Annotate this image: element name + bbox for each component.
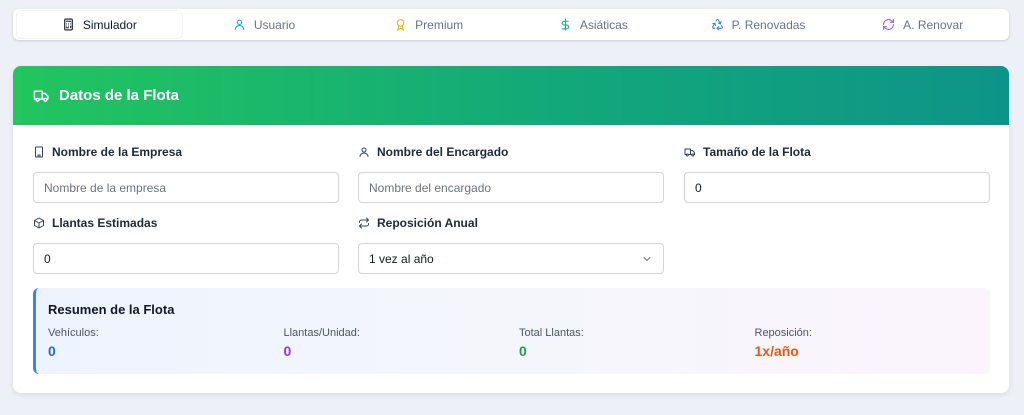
tab-simulador[interactable]: Simulador: [17, 11, 182, 38]
estimated-tires-input[interactable]: 0: [33, 243, 339, 274]
tab-p-renovadas[interactable]: P. Renovadas: [676, 11, 841, 38]
fleet-size-label-row: Tamaño de la Flota: [684, 145, 990, 159]
fleet-size-label: Tamaño de la Flota: [703, 145, 811, 159]
select-value: 1 vez al año: [369, 251, 434, 266]
estimated-tires-field: Llantas Estimadas 0: [33, 216, 339, 274]
stat-value: 0: [283, 343, 292, 359]
stat-label: Llantas/Unidad:: [283, 327, 360, 339]
annual-replacement-select[interactable]: 1 vez al año: [358, 243, 664, 274]
tab-premium[interactable]: Premium: [346, 11, 511, 38]
manager-name-input[interactable]: Nombre del encargado: [358, 172, 664, 203]
truck-icon: [33, 90, 49, 102]
calculator-icon: [63, 18, 73, 31]
company-name-field: Nombre de la Empresa Nombre de la empres…: [33, 145, 339, 203]
manager-name-label: Nombre del Encargado: [377, 145, 509, 159]
tab-label: Premium: [415, 17, 464, 32]
tab-label: Asiáticas: [579, 17, 628, 32]
stat-reposicion: Reposición: 1x/año: [755, 327, 991, 359]
manager-name-label-row: Nombre del Encargado: [358, 145, 664, 159]
stat-label: Vehículos:: [48, 327, 99, 339]
fleet-size-field: Tamaño de la Flota 0: [684, 145, 990, 203]
recycle-icon: [711, 19, 723, 31]
estimated-tires-label-row: Llantas Estimadas: [33, 216, 339, 230]
stat-value: 0: [519, 343, 527, 359]
user-icon: [359, 147, 369, 157]
annual-replacement-label: Reposición Anual: [377, 216, 478, 230]
stat-llantas-unidad: Llantas/Unidad: 0: [284, 327, 520, 359]
tab-label: P. Renovadas: [731, 17, 806, 32]
tab-asiaticas[interactable]: Asiáticas: [511, 11, 676, 38]
tab-usuario[interactable]: Usuario: [182, 11, 347, 38]
manager-name-field: Nombre del Encargado Nombre del encargad…: [358, 145, 664, 203]
chevron-down-icon: [643, 256, 651, 261]
annual-replacement-field: Reposición Anual 1 vez al año: [358, 216, 664, 274]
fleet-summary: Resumen de la Flota Vehículos: 0 Llantas…: [33, 288, 990, 374]
refresh-icon: [883, 19, 895, 30]
annual-replacement-label-row: Reposición Anual: [358, 216, 664, 230]
user-icon: [234, 19, 245, 30]
tab-label: A. Renovar: [903, 17, 964, 32]
estimated-tires-label: Llantas Estimadas: [52, 216, 158, 230]
stat-vehiculos: Vehículos: 0: [48, 327, 284, 359]
tab-bar: Simulador Usuario Premium Asiáticas P. R…: [13, 9, 1009, 40]
building-icon: [35, 146, 43, 158]
repeat-icon: [359, 217, 369, 229]
company-name-label-row: Nombre de la Empresa: [33, 145, 339, 159]
fleet-size-input[interactable]: 0: [684, 172, 990, 203]
company-name-label: Nombre de la Empresa: [52, 145, 183, 159]
dollar-icon: [561, 18, 570, 31]
summary-title: Resumen de la Flota: [48, 302, 175, 317]
truck-icon: [684, 148, 695, 157]
tab-label: Simulador: [82, 17, 137, 32]
card-header: Datos de la Flota: [13, 66, 1009, 125]
company-name-input[interactable]: Nombre de la empresa: [33, 172, 339, 203]
award-icon: [396, 19, 405, 31]
tab-a-renovar[interactable]: A. Renovar: [840, 11, 1005, 38]
summary-stats: Vehículos: 0 Llantas/Unidad: 0 Total Lla…: [48, 327, 990, 359]
card-title: Datos de la Flota: [59, 87, 180, 104]
stat-value: 0: [48, 343, 56, 359]
stat-label: Reposición:: [754, 327, 812, 339]
tab-label: Usuario: [253, 17, 296, 32]
package-icon: [34, 217, 44, 229]
stat-total-llantas: Total Llantas: 0: [519, 327, 755, 359]
stat-label: Total Llantas:: [519, 327, 584, 339]
fleet-data-card: Datos de la Flota Nombre de la Empresa N…: [13, 66, 1009, 393]
stat-value: 1x/año: [754, 343, 799, 359]
